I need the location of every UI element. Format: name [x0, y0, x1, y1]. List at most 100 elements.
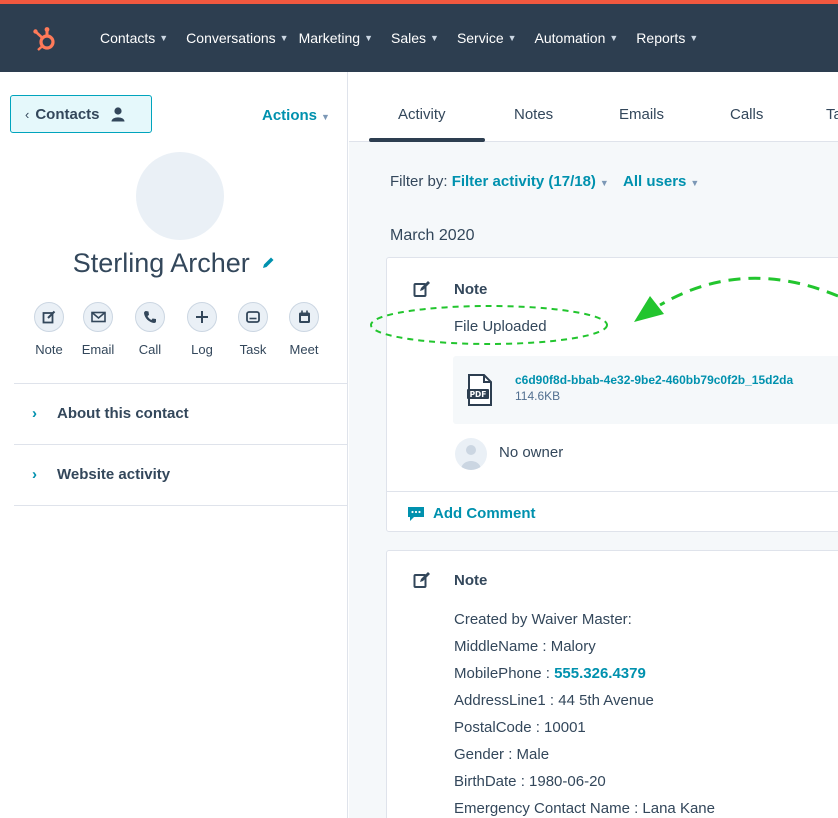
nav-service-label: Service — [456, 30, 504, 46]
person-icon — [111, 107, 125, 122]
comment-icon — [408, 506, 424, 521]
log-action[interactable]: Log — [176, 302, 228, 357]
note-body: File Uploaded — [454, 318, 547, 335]
actions-label: Actions — [262, 107, 318, 124]
month-heading: March 2020 — [390, 227, 475, 244]
add-comment-button[interactable]: Add Comment — [407, 505, 536, 522]
log-action-circle — [187, 302, 217, 332]
chevron-down-icon: ▼ — [689, 33, 699, 43]
call-action-label: Call — [138, 342, 162, 357]
task-icon — [246, 311, 260, 323]
nav-service[interactable]: Service ▼ — [457, 30, 517, 46]
divider — [14, 505, 348, 506]
chevron-down-icon: ▼ — [364, 33, 373, 43]
tab-tasks[interactable]: Ta — [826, 106, 838, 123]
note-title: Note — [454, 572, 488, 589]
meet-action-circle — [289, 302, 319, 332]
tab-emails[interactable]: Emails — [619, 106, 664, 123]
tabs-bar: Activity Notes Emails Calls Ta — [349, 72, 838, 142]
chevron-down-icon: ▼ — [430, 33, 439, 43]
main-nav: Contacts ▼ Conversations ▼ Marketing ▼ Sale… — [100, 4, 716, 72]
person-icon — [461, 445, 481, 470]
filter-row: Filter by: Filter activity (17/18) ▼ All … — [390, 173, 709, 190]
call-action-circle — [135, 302, 165, 332]
divider — [14, 383, 348, 384]
tab-activity[interactable]: Activity — [398, 106, 446, 123]
section-about-label: About this contact — [57, 405, 189, 422]
chevron-down-icon: ▼ — [690, 178, 700, 188]
section-website-activity[interactable]: › Website activity — [32, 466, 170, 483]
note-line: BirthDate : 1980-06-20 — [454, 773, 606, 790]
call-action[interactable]: Call — [124, 302, 176, 357]
nav-contacts[interactable]: Contacts ▼ — [100, 30, 168, 46]
nav-sales[interactable]: Sales ▼ — [391, 30, 439, 46]
file-name-link[interactable]: c6d90f8d-bbab-4e32-9be2-460bb79c0f2b_15d… — [515, 373, 793, 387]
nav-reports-label: Reports — [636, 30, 686, 46]
task-action-label: Task — [239, 342, 267, 357]
section-about-contact[interactable]: › About this contact — [32, 405, 189, 422]
contact-avatar — [136, 152, 224, 240]
owner-label: No owner — [499, 444, 564, 461]
hubspot-logo-icon[interactable] — [32, 26, 58, 52]
back-to-contacts-button[interactable]: ‹ Contacts — [10, 95, 152, 133]
calendar-icon — [298, 310, 310, 323]
actions-dropdown[interactable]: Actions ▼ — [262, 107, 330, 124]
note-action[interactable]: Note — [26, 302, 72, 357]
edit-note-icon — [413, 281, 430, 297]
divider — [14, 444, 348, 445]
note-action-circle — [34, 302, 64, 332]
log-action-label: Log — [191, 342, 213, 357]
note-line: AddressLine1 : 44 5th Avenue — [454, 692, 654, 709]
nav-conversations[interactable]: Conversations ▼ — [186, 30, 288, 46]
tab-calls[interactable]: Calls — [730, 106, 763, 123]
divider — [387, 491, 838, 492]
add-comment-label: Add Comment — [433, 505, 536, 522]
pencil-icon[interactable] — [261, 256, 275, 270]
note-line: PostalCode : 10001 — [454, 719, 586, 736]
note-line: Emergency Contact Name : Lana Kane — [454, 800, 715, 817]
filter-users-dropdown[interactable]: All users — [623, 173, 686, 190]
back-button-label: Contacts — [35, 105, 100, 123]
note-action-label: Note — [35, 342, 63, 357]
envelope-icon — [90, 311, 106, 323]
file-size: 114.6KB — [515, 389, 561, 403]
email-action[interactable]: Email — [72, 302, 124, 357]
chevron-down-icon: ▼ — [279, 33, 289, 43]
file-attachment[interactable]: PDF c6d90f8d-bbab-4e32-9be2-460bb79c0f2b… — [453, 356, 838, 424]
note-line: Gender : Male — [454, 746, 550, 763]
note-details: Created by Waiver Master: MiddleName : M… — [454, 610, 715, 818]
nav-contacts-label: Contacts — [100, 30, 156, 46]
quick-actions: Note Email Call Log Task Meet — [26, 302, 330, 357]
email-action-circle — [83, 302, 113, 332]
chevron-left-icon: ‹ — [25, 106, 30, 122]
tab-notes[interactable]: Notes — [514, 106, 553, 123]
nav-reports[interactable]: Reports ▼ — [636, 30, 698, 46]
nav-conversations-label: Conversations — [186, 30, 276, 46]
phone-icon — [144, 311, 156, 323]
chevron-down-icon: ▼ — [507, 33, 517, 43]
edit-note-icon — [413, 572, 430, 588]
edit-icon — [42, 310, 56, 324]
plus-icon — [196, 311, 208, 323]
nav-automation-label: Automation — [534, 30, 606, 46]
pdf-file-icon: PDF — [467, 374, 492, 406]
task-action[interactable]: Task — [228, 302, 278, 357]
chevron-down-icon: ▼ — [599, 178, 609, 188]
phone-label: MobilePhone : — [454, 665, 555, 682]
chevron-right-icon: › — [32, 466, 37, 483]
contact-name-row: Sterling Archer — [0, 248, 348, 279]
meet-action[interactable]: Meet — [278, 302, 330, 357]
nav-automation[interactable]: Automation ▼ — [535, 30, 619, 46]
phone-link[interactable]: 555.326.4379 — [554, 665, 646, 682]
chevron-down-icon: ▼ — [609, 33, 619, 43]
nav-marketing[interactable]: Marketing ▼ — [299, 30, 373, 46]
svg-text:PDF: PDF — [470, 390, 487, 399]
contact-name: Sterling Archer — [72, 248, 250, 278]
task-action-circle — [238, 302, 268, 332]
owner-avatar — [455, 438, 487, 470]
email-action-label: Email — [81, 342, 115, 357]
note-line: Created by Waiver Master: — [454, 611, 632, 628]
section-website-label: Website activity — [57, 466, 171, 483]
note-card: Note Created by Waiver Master: MiddleNam… — [386, 550, 838, 818]
filter-activity-dropdown[interactable]: Filter activity (17/18) — [452, 173, 596, 190]
